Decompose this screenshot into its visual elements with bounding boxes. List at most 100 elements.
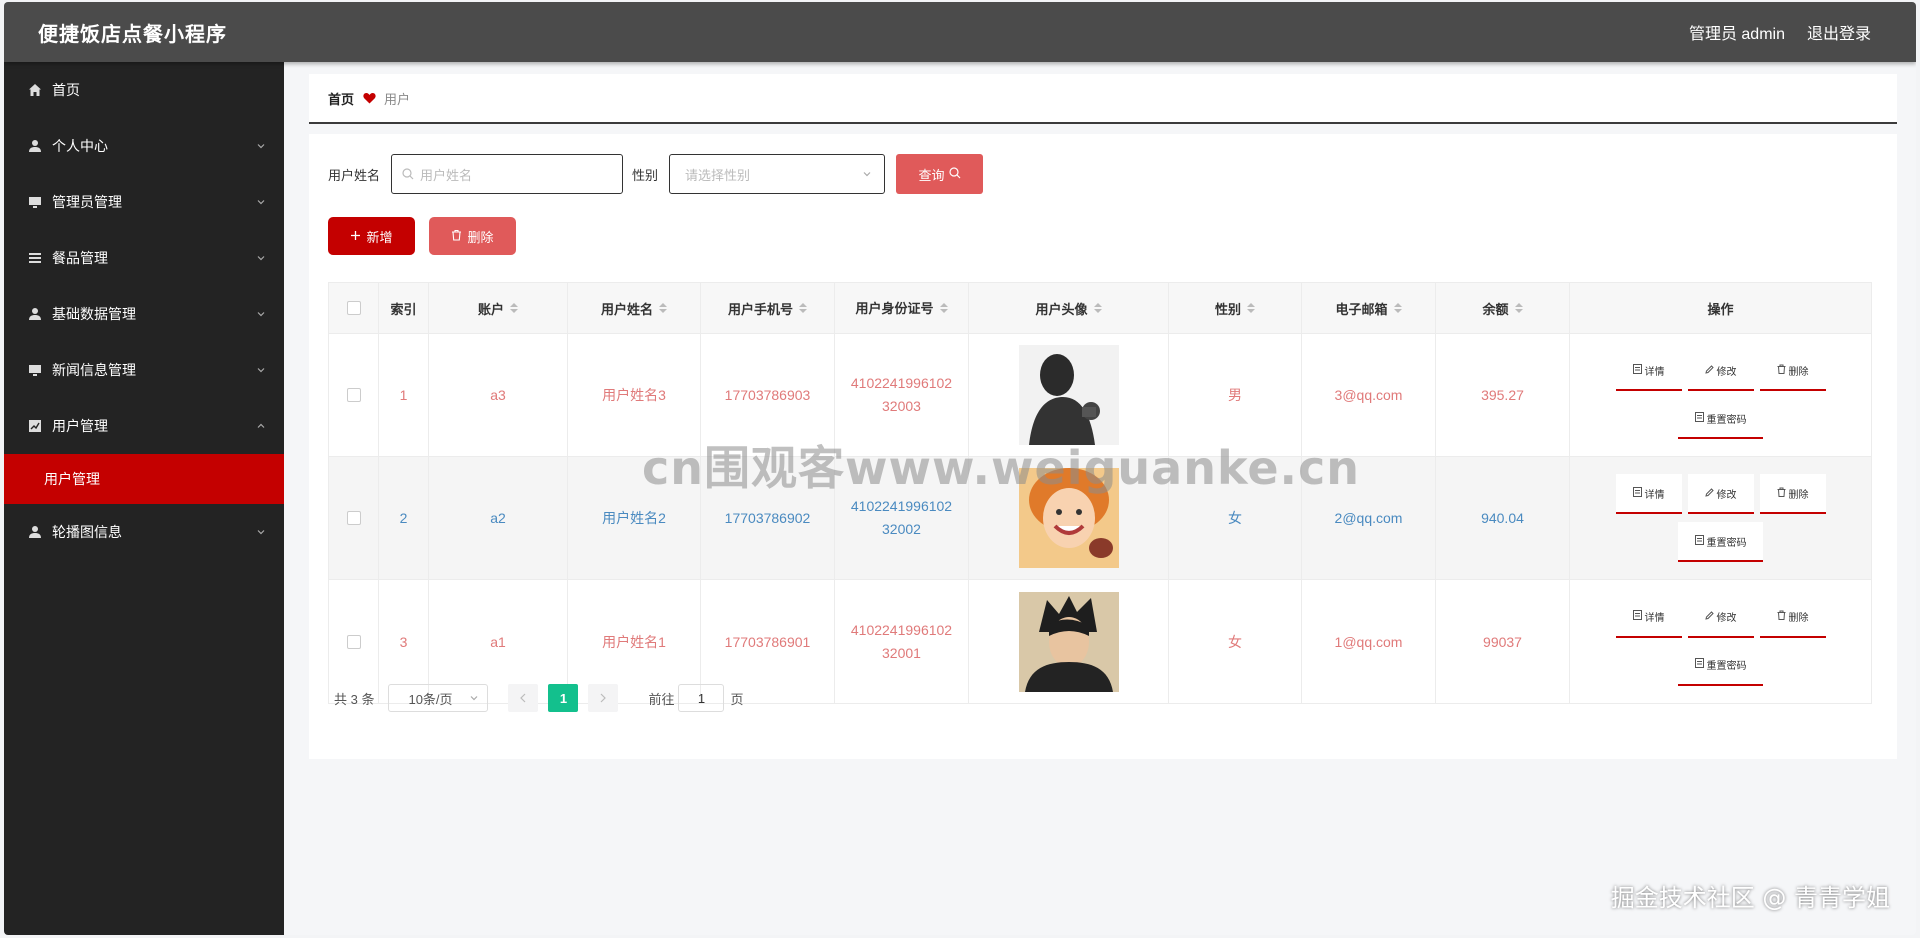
avatar[interactable] [1018, 345, 1119, 445]
sidebar: 首页 个人中心 管理员管理 餐品管理 基础数据管理 新闻信息管理 用户管理 用户… [4, 62, 284, 935]
cell-idno-line1: 4102241996102 [850, 498, 953, 514]
sidebar-item-personal-center[interactable]: 个人中心 [4, 118, 284, 174]
header-name[interactable]: 用户姓名 [568, 283, 701, 333]
top-bar-right: 管理员 admin 退出登录 [1689, 20, 1871, 44]
header-phone[interactable]: 用户手机号 [701, 283, 835, 333]
cell-idno-line1: 4102241996102 [850, 375, 953, 391]
admin-label[interactable]: 管理员 admin [1689, 20, 1785, 44]
chevron-down-icon [256, 253, 266, 263]
detail-button[interactable]: 详情 [1615, 597, 1682, 638]
edit-button-label: 修改 [1716, 489, 1737, 501]
sort-icon [510, 303, 518, 313]
header-idno[interactable]: 用户身份证号 [835, 283, 969, 333]
detail-button[interactable]: 详情 [1615, 474, 1682, 514]
header-account[interactable]: 账户 [429, 283, 568, 333]
cell-ops: 详情 修改 删除 重置密码 [1570, 457, 1871, 579]
name-search-input[interactable]: 用户姓名 [391, 154, 624, 194]
row-checkbox-cell [329, 457, 379, 579]
detail-button[interactable]: 详情 [1615, 351, 1682, 391]
header-sex[interactable]: 性别 [1169, 283, 1302, 333]
document-icon [1632, 363, 1642, 377]
chevron-down-icon [256, 527, 266, 537]
reset-password-button-label: 重置密码 [1706, 414, 1747, 426]
row-checkbox[interactable] [346, 634, 361, 649]
goto-page-input[interactable]: 1 [678, 684, 725, 712]
breadcrumb-home[interactable]: 首页 [328, 89, 354, 108]
row-checkbox[interactable] [346, 511, 361, 525]
header-email[interactable]: 电子邮箱 [1302, 283, 1436, 333]
cell-account: a2 [429, 457, 568, 579]
bulk-delete-button[interactable]: 删除 [429, 217, 516, 255]
prev-page-button[interactable] [508, 684, 539, 712]
page-number-button[interactable]: 1 [548, 684, 579, 712]
delete-button-label: 删除 [1788, 366, 1809, 378]
edit-button-label: 修改 [1716, 613, 1737, 624]
cell-ops: 详情 修改 删除 重置密码 [1570, 334, 1871, 456]
sort-icon [1393, 303, 1402, 313]
edit-button[interactable]: 修改 [1687, 351, 1754, 391]
edit-icon [1704, 487, 1714, 500]
trash-icon [1777, 364, 1786, 377]
credit-watermark: 掘金技术社区 @ 青青学姐 [1610, 884, 1890, 912]
app-title: 便捷饭店点餐小程序 [38, 23, 227, 46]
header-balance[interactable]: 余额 [1436, 283, 1570, 333]
edit-icon [1704, 610, 1714, 623]
sidebar-item-home[interactable]: 首页 [4, 62, 284, 118]
sidebar-item-base-data[interactable]: 基础数据管理 [4, 286, 284, 342]
next-page-button[interactable] [588, 684, 619, 712]
reset-password-button-label: 重置密码 [1706, 661, 1747, 672]
watermark: cn围观客www.weiguanke.cn [642, 441, 1361, 495]
cell-balance: 99037 [1436, 580, 1570, 703]
reset-password-button[interactable]: 重置密码 [1678, 399, 1763, 439]
cell-account: a3 [429, 334, 568, 456]
sidebar-subitem-user-management[interactable]: 用户管理 [4, 454, 284, 504]
breadcrumb-current: 用户 [384, 91, 411, 107]
sidebar-item-dish-management[interactable]: 餐品管理 [4, 230, 284, 286]
sidebar-item-carousel[interactable]: 轮播图信息 [4, 504, 284, 560]
sidebar-item-admin-management[interactable]: 管理员管理 [4, 174, 284, 230]
chevron-down-icon [256, 197, 266, 207]
avatar[interactable] [1018, 591, 1119, 692]
header-phone-label: 用户手机号 [727, 301, 793, 317]
cell-avatar [969, 580, 1169, 703]
reset-password-button[interactable]: 重置密码 [1678, 522, 1763, 562]
main-content: 首页 用户 用户姓名 用户姓名 性别 请选择性别 查询 新增 删除 索引 账户 … [284, 62, 1916, 935]
cell-email: 1@qq.com [1302, 580, 1436, 703]
page-size-select[interactable]: 10条/页 [388, 684, 489, 712]
header-account-label: 账户 [477, 301, 504, 317]
ops-line: 详情 修改 删除 [1615, 351, 1826, 391]
ops-line: 详情 修改 删除 [1615, 474, 1826, 514]
header-avatar[interactable]: 用户头像 [969, 283, 1169, 333]
row-checkbox[interactable] [346, 388, 361, 402]
add-button[interactable]: 新增 [328, 217, 415, 255]
detail-button-label: 详情 [1644, 489, 1665, 501]
detail-button-label: 详情 [1644, 366, 1665, 378]
breadcrumb: 首页 用户 [309, 74, 1897, 124]
chevron-up-icon [256, 421, 266, 431]
ops-line: 重置密码 [1678, 522, 1763, 562]
logout-button[interactable]: 退出登录 [1807, 20, 1871, 44]
reset-password-button[interactable]: 重置密码 [1678, 645, 1763, 686]
document-icon [1694, 534, 1704, 548]
delete-button[interactable]: 删除 [1759, 474, 1826, 514]
edit-button[interactable]: 修改 [1687, 474, 1754, 514]
sidebar-item-user-management[interactable]: 用户管理 [4, 398, 284, 454]
document-icon [1632, 486, 1642, 500]
select-all-checkbox[interactable] [346, 301, 361, 315]
delete-button[interactable]: 删除 [1759, 597, 1826, 638]
header-idno-label: 用户身份证号 [855, 300, 934, 316]
sidebar-item-news[interactable]: 新闻信息管理 [4, 342, 284, 398]
cell-idno-line1: 4102241996102 [850, 621, 953, 638]
pagination-total: 共 3 条 [334, 691, 375, 707]
cell-idno-line2: 32001 [882, 644, 921, 661]
name-search-label: 用户姓名 [328, 167, 381, 183]
edit-button[interactable]: 修改 [1687, 597, 1754, 638]
sex-select[interactable]: 请选择性别 [669, 154, 886, 194]
delete-button[interactable]: 删除 [1759, 351, 1826, 391]
header-name-label: 用户姓名 [600, 301, 653, 317]
goto-label: 前往 [648, 691, 675, 707]
query-button-label: 查询 [918, 167, 945, 183]
query-button[interactable]: 查询 [896, 154, 984, 194]
detail-button-label: 详情 [1644, 613, 1665, 624]
chevron-down-icon [256, 309, 266, 319]
